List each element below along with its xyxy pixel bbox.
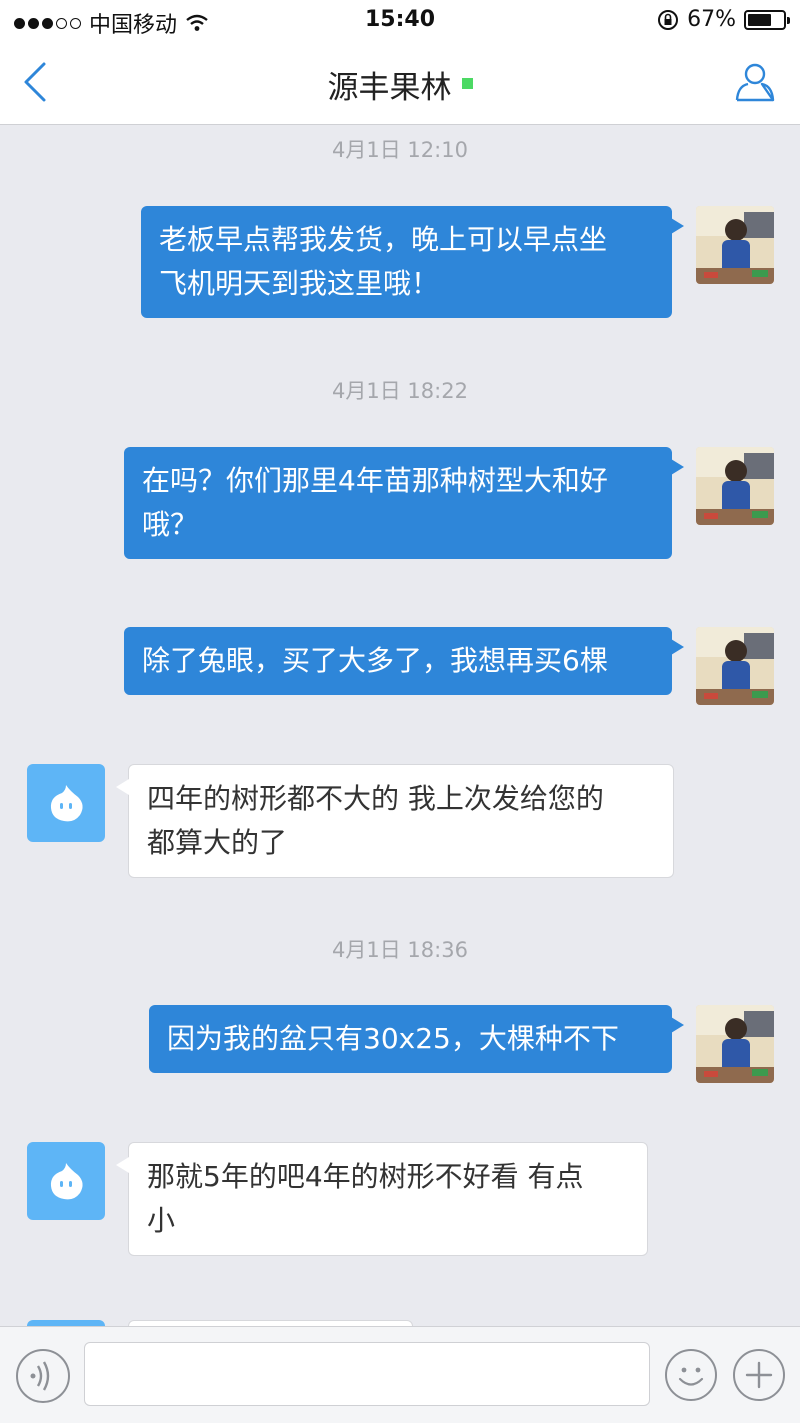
- message-line: 除了兔眼，买了大多了，我想再买6棵: [142, 644, 608, 677]
- message-line: 在吗？你们那里4年苗那种树型大和好: [142, 464, 608, 497]
- message-line: 都算大的了: [147, 826, 288, 859]
- chat-drop-icon: [50, 1163, 83, 1200]
- chat-drop-icon: [50, 785, 83, 822]
- voice-icon: [30, 1361, 50, 1391]
- message-input[interactable]: [84, 1342, 650, 1406]
- avatar-photo: [696, 627, 774, 705]
- smiley-icon[interactable]: [664, 1348, 718, 1402]
- shop-avatar[interactable]: [27, 764, 105, 842]
- input-bar: [0, 1326, 800, 1423]
- battery-icon: [744, 9, 790, 30]
- outgoing-message[interactable]: 除了兔眼，买了大多了，我想再买6棵: [124, 627, 684, 695]
- incoming-message[interactable]: 四年的树形都不大的 我上次发给您的 都算大的了: [116, 764, 674, 878]
- message-line: 老板早点帮我发货，晚上可以早点坐: [159, 223, 608, 256]
- outgoing-message[interactable]: 老板早点帮我发货，晚上可以早点坐 飞机明天到我这里哦！: [141, 206, 684, 318]
- message-timestamp: 4月1日 18:22: [332, 379, 468, 403]
- nav-bar: 源丰果林: [0, 40, 800, 125]
- status-right: 67%: [657, 7, 790, 32]
- message-line: 哦？: [142, 508, 199, 541]
- plus-icon[interactable]: [732, 1348, 786, 1402]
- nav-title-wrap: 源丰果林: [0, 62, 800, 107]
- rotation-lock-icon: [658, 9, 679, 30]
- my-avatar[interactable]: [696, 206, 774, 284]
- message-line: 因为我的盆只有30x25，大棵种不下: [167, 1022, 619, 1055]
- person-icon[interactable]: [734, 60, 776, 104]
- voice-button[interactable]: [16, 1349, 70, 1403]
- avatar-photo: [696, 206, 774, 284]
- my-avatar[interactable]: [696, 1005, 774, 1083]
- battery-percent: 67%: [687, 7, 736, 32]
- message-line: 那就5年的吧4年的树形不好看 有点: [147, 1160, 584, 1193]
- avatar-photo: [696, 447, 774, 525]
- incoming-message[interactable]: 那就5年的吧4年的树形不好看 有点 小: [116, 1142, 648, 1256]
- online-status-indicator: [461, 78, 473, 89]
- page-title: 源丰果林: [327, 70, 452, 106]
- message-timestamp: 4月1日 12:10: [332, 138, 468, 162]
- outgoing-message[interactable]: 因为我的盆只有30x25，大棵种不下: [149, 1005, 684, 1073]
- my-avatar[interactable]: [696, 627, 774, 705]
- my-avatar[interactable]: [696, 447, 774, 525]
- battery-fill: [748, 13, 771, 26]
- chat-area[interactable]: 4月1日 12:10 老板早点帮我发货，晚上可以早点坐 飞机明天到我这里哦！ 4…: [0, 126, 800, 1326]
- status-bar: 中国移动 15:40 67%: [0, 0, 800, 40]
- message-line: 四年的树形都不大的 我上次发给您的: [147, 782, 604, 815]
- outgoing-message[interactable]: 在吗？你们那里4年苗那种树型大和好 哦？: [124, 447, 684, 559]
- message-timestamp: 4月1日 18:36: [332, 938, 468, 962]
- avatar-photo: [696, 1005, 774, 1083]
- message-line: 飞机明天到我这里哦！: [159, 267, 440, 300]
- message-line: 小: [147, 1204, 176, 1237]
- shop-avatar[interactable]: [27, 1142, 105, 1220]
